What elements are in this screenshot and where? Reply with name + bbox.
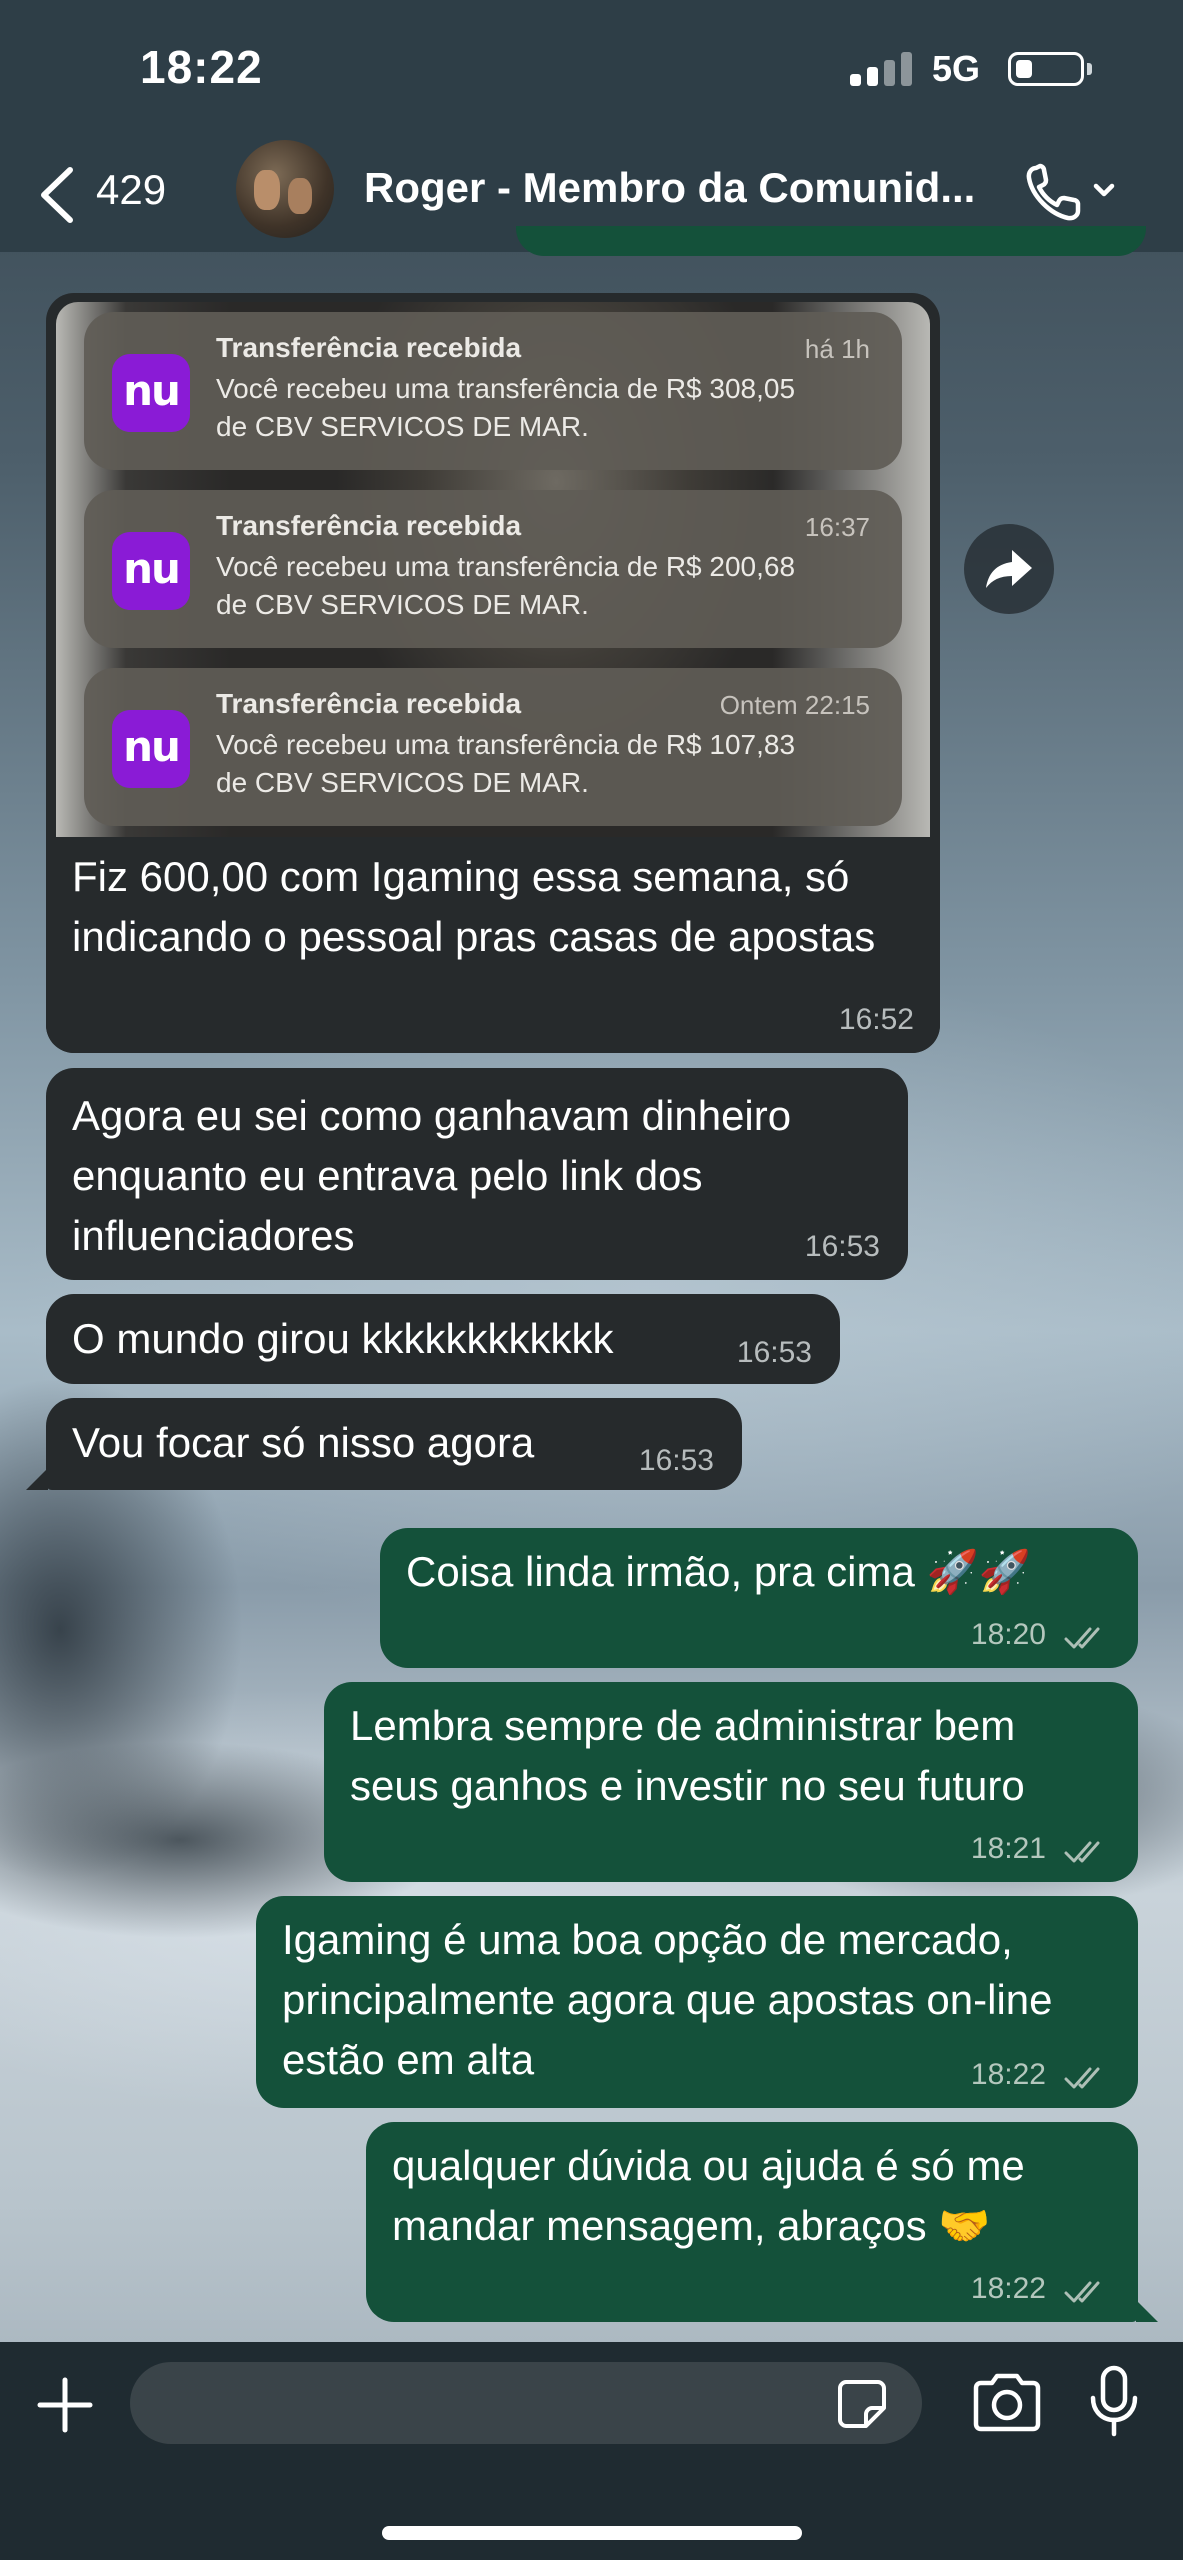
image-caption-bubble[interactable]: Fiz 600,00 com Igaming essa semana, só i… [46,837,940,1053]
notification-time: há 1h [804,334,870,364]
notification-title: Transferência recebida [216,510,522,541]
notification-line: Você recebeu uma transferência de R$ 200… [216,551,796,582]
contact-avatar[interactable] [236,140,334,238]
incoming-message[interactable]: Vou focar só nisso agora 16:53 [46,1398,742,1490]
message-text: Agora eu sei como ganhavam dinheiro enqu… [72,1092,792,1259]
nubank-app-icon: nu [112,532,190,610]
double-check-icon [1064,1841,1100,1863]
message-text: O mundo girou kkkkkkkkkkkk [72,1315,614,1362]
outgoing-message[interactable]: Lembra sempre de administrar bem seus ga… [324,1682,1138,1882]
forward-button[interactable] [964,524,1054,614]
incoming-message[interactable]: Agora eu sei como ganhavam dinheiro enqu… [46,1068,908,1280]
battery-cap [1087,63,1092,75]
incoming-message[interactable]: O mundo girou kkkkkkkkkkkk 16:53 [46,1294,840,1384]
signal-strength-icon [850,52,914,86]
notification-title: Transferência recebida [216,332,522,363]
notification-line: de CBV SERVICOS DE MAR. [216,767,589,798]
microphone-button[interactable] [1086,2364,1142,2440]
chevron-left-icon [41,167,73,223]
message-text: qualquer dúvida ou ajuda é só me mandar … [392,2142,1025,2249]
phone-icon [1026,163,1115,221]
call-button[interactable] [1022,158,1120,228]
notification-body: Você recebeu uma transferência de R$ 107… [216,726,876,802]
microphone-icon [1090,2365,1138,2437]
message-time: 16:53 [736,1336,812,1369]
message-text: Fiz 600,00 com Igaming essa semana, só i… [72,853,876,960]
message-input[interactable] [130,2362,922,2444]
nubank-app-icon: nu [112,354,190,432]
camera-icon [973,2373,1041,2432]
outgoing-message[interactable]: Coisa linda irmão, pra cima 🚀🚀 18:20 [380,1528,1138,1668]
outgoing-message[interactable]: qualquer dúvida ou ajuda é só me mandar … [366,2122,1138,2322]
notification-title: Transferência recebida [216,688,522,719]
unread-count[interactable]: 429 [96,166,166,214]
camera-button[interactable] [970,2372,1044,2434]
back-button[interactable] [32,162,92,228]
notification-card: nu Transferência recebida Ontem 22:15 Vo… [84,668,902,826]
notification-card: nu Transferência recebida há 1h Você rec… [84,312,902,470]
double-check-icon [1064,2281,1100,2303]
status-bar: 18:22 5G [0,0,1183,140]
nubank-app-icon: nu [112,710,190,788]
message-time: 16:53 [638,1444,714,1477]
network-type: 5G [932,48,981,89]
notification-card: nu Transferência recebida 16:37 Você rec… [84,490,902,648]
message-time: 18:20 [970,1618,1046,1651]
home-indicator [382,2526,802,2540]
notification-time: Ontem 22:15 [719,690,870,720]
notification-body: Você recebeu uma transferência de R$ 308… [216,370,876,446]
message-time: 18:22 [970,2272,1046,2305]
previous-outgoing-message [516,226,1146,256]
forward-arrow-icon [986,550,1032,588]
bubble-tail [1136,2300,1158,2322]
message-input-bar [0,2342,1183,2560]
notification-line: de CBV SERVICOS DE MAR. [216,589,589,620]
battery-icon [1008,52,1084,86]
notification-line: Você recebeu uma transferência de R$ 107… [216,729,796,760]
sticker-icon [838,2380,886,2428]
message-time: 18:21 [970,1832,1046,1865]
contact-name[interactable]: Roger - Membro da Comunid... [364,164,1024,212]
attach-button[interactable] [32,2372,98,2438]
outgoing-message[interactable]: Igaming é uma boa opção de mercado, prin… [256,1896,1138,2108]
status-time: 18:22 [140,41,263,93]
double-check-icon [1064,2067,1100,2089]
plus-icon [37,2377,93,2433]
message-time: 18:22 [970,2058,1046,2091]
notification-line: Você recebeu uma transferência de R$ 308… [216,373,796,404]
sticker-button[interactable] [836,2378,888,2430]
notification-body: Você recebeu uma transferência de R$ 200… [216,548,876,624]
bubble-tail [26,1468,48,1490]
message-time: 16:52 [838,1003,914,1036]
message-text: Coisa linda irmão, pra cima 🚀🚀 [406,1548,1032,1595]
message-text: Lembra sempre de administrar bem seus ga… [350,1702,1025,1809]
notification-time: 16:37 [804,512,870,542]
double-check-icon [1064,1627,1100,1649]
notification-line: de CBV SERVICOS DE MAR. [216,411,589,442]
message-text: Vou focar só nisso agora [72,1419,535,1466]
message-time: 16:53 [804,1230,880,1263]
